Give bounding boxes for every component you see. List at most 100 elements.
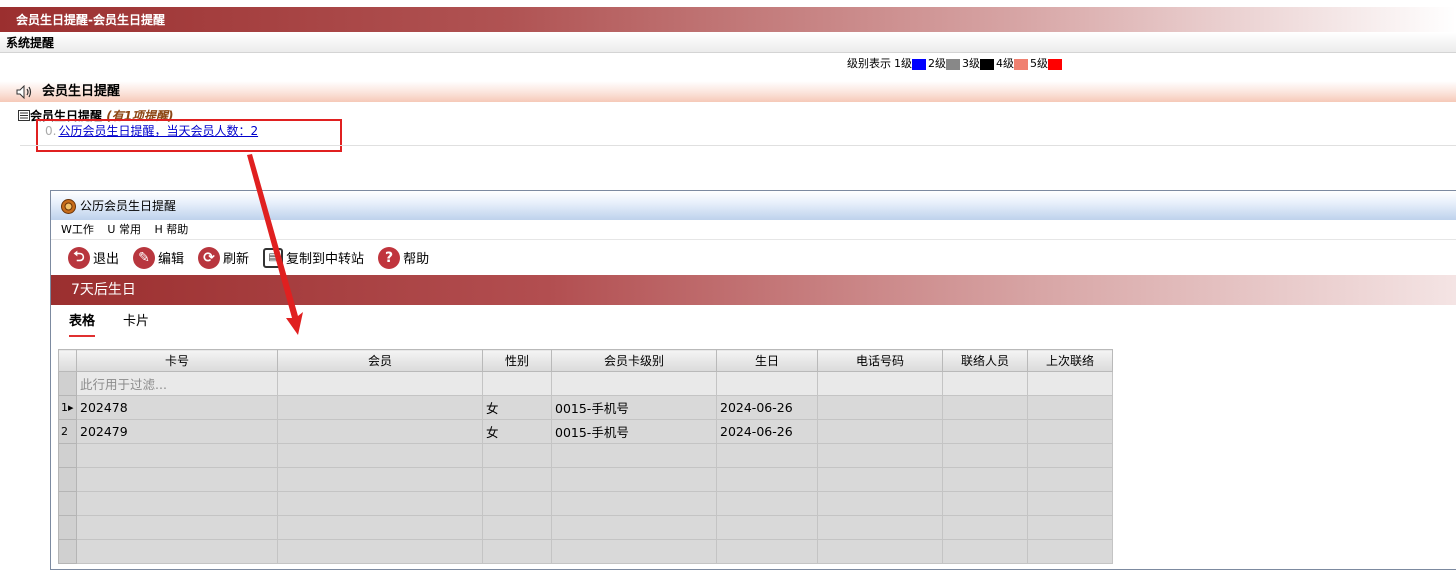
empty-cell bbox=[1027, 515, 1113, 540]
empty-cell bbox=[277, 515, 483, 540]
refresh-button[interactable]: ⟳ 刷新 bbox=[198, 246, 249, 269]
member-table: 卡号 会员 性别 会员卡级别 生日 电话号码 联络人员 上次联络 此行用于过滤.… bbox=[58, 349, 1113, 564]
table-cell[interactable]: 202479 bbox=[76, 419, 278, 444]
view-tabs: 表格 卡片 bbox=[51, 305, 1456, 339]
table-cell[interactable]: 0015-手机号 bbox=[551, 419, 717, 444]
legend-level-5-swatch bbox=[1048, 58, 1062, 70]
empty-cell bbox=[76, 539, 278, 564]
filter-row[interactable]: 此行用于过滤... bbox=[58, 371, 1113, 396]
legend-level-2-label: 2级 bbox=[928, 57, 946, 70]
help-button[interactable]: ? 帮助 bbox=[378, 246, 429, 269]
legend-level-4-swatch bbox=[1014, 58, 1028, 70]
empty-cell bbox=[482, 515, 552, 540]
table-header-row: 卡号 会员 性别 会员卡级别 生日 电话号码 联络人员 上次联络 bbox=[58, 349, 1113, 372]
tab-table[interactable]: 表格 bbox=[69, 313, 96, 337]
row-indicator bbox=[58, 467, 77, 492]
table-cell[interactable]: 女 bbox=[482, 395, 552, 420]
birthday-banner: 7天后生日 bbox=[51, 275, 1456, 305]
legend-label: 级别表示 bbox=[847, 57, 891, 70]
table-cell[interactable] bbox=[277, 395, 483, 420]
empty-cell bbox=[1027, 467, 1113, 492]
menu-common[interactable]: U 常用 bbox=[107, 223, 141, 236]
empty-cell bbox=[277, 491, 483, 516]
window-title-bar: 会员生日提醒-会员生日提醒 bbox=[0, 7, 1456, 32]
empty-cell bbox=[1027, 443, 1113, 468]
empty-cell bbox=[1027, 539, 1113, 564]
empty-cell bbox=[942, 515, 1028, 540]
empty-row bbox=[58, 491, 1113, 516]
empty-cell bbox=[482, 443, 552, 468]
table-row[interactable]: 1▸ 202478 女 0015-手机号 2024-06-26 bbox=[58, 395, 1113, 420]
tree-collapse-icon[interactable] bbox=[18, 110, 30, 121]
empty-cell bbox=[76, 491, 278, 516]
column-header[interactable]: 卡号 bbox=[76, 349, 278, 372]
dialog-toolbar: ⮌ 退出 ✎ 编辑 ⟳ 刷新 ▤ 复制到中转站 ? 帮助 bbox=[51, 240, 1456, 275]
dialog-menubar: W工作 U 常用 H 帮助 bbox=[51, 220, 1456, 240]
legend-level-3-swatch bbox=[980, 58, 994, 70]
copy-to-transfer-button[interactable]: ▤ 复制到中转站 bbox=[263, 247, 365, 268]
empty-cell bbox=[277, 539, 483, 564]
filter-cell[interactable] bbox=[716, 371, 818, 396]
table-cell[interactable] bbox=[942, 419, 1028, 444]
filter-cell[interactable] bbox=[817, 371, 943, 396]
annotation-highlight-box bbox=[36, 119, 342, 152]
column-header[interactable]: 会员 bbox=[277, 349, 483, 372]
edit-button[interactable]: ✎ 编辑 bbox=[133, 246, 184, 269]
legend-level-1-label: 1级 bbox=[894, 57, 912, 70]
row-indicator: 2 bbox=[58, 419, 77, 444]
empty-cell bbox=[942, 491, 1028, 516]
empty-cell bbox=[551, 515, 717, 540]
filter-cell[interactable]: 此行用于过滤... bbox=[76, 371, 278, 396]
exit-button[interactable]: ⮌ 退出 bbox=[68, 246, 120, 269]
table-cell[interactable]: 2024-06-26 bbox=[716, 419, 818, 444]
empty-cell bbox=[76, 515, 278, 540]
filter-cell[interactable] bbox=[1027, 371, 1113, 396]
empty-cell bbox=[482, 491, 552, 516]
column-header[interactable]: 会员卡级别 bbox=[551, 349, 717, 372]
tab-card[interactable]: 卡片 bbox=[123, 313, 149, 331]
row-indicator bbox=[58, 371, 77, 396]
legend-level-2-swatch bbox=[946, 58, 960, 70]
empty-cell bbox=[482, 467, 552, 492]
table-cell[interactable] bbox=[817, 395, 943, 420]
empty-cell bbox=[716, 443, 818, 468]
empty-cell bbox=[551, 491, 717, 516]
table-row[interactable]: 2 202479 女 0015-手机号 2024-06-26 bbox=[58, 419, 1113, 444]
legend-level-3-label: 3级 bbox=[962, 57, 980, 70]
table-cell[interactable] bbox=[817, 419, 943, 444]
table-cell[interactable]: 202478 bbox=[76, 395, 278, 420]
row-indicator bbox=[58, 539, 77, 564]
table-cell[interactable]: 2024-06-26 bbox=[716, 395, 818, 420]
table-cell[interactable] bbox=[942, 395, 1028, 420]
menu-work[interactable]: W工作 bbox=[61, 223, 94, 236]
filter-cell[interactable] bbox=[551, 371, 717, 396]
empty-cell bbox=[76, 467, 278, 492]
table-cell[interactable]: 0015-手机号 bbox=[551, 395, 717, 420]
column-header[interactable]: 上次联络 bbox=[1027, 349, 1113, 372]
window-title: 会员生日提醒-会员生日提醒 bbox=[16, 13, 165, 27]
refresh-icon: ⟳ bbox=[198, 246, 221, 269]
dialog-title: 公历会员生日提醒 bbox=[80, 199, 177, 213]
empty-cell bbox=[716, 539, 818, 564]
filter-cell[interactable] bbox=[482, 371, 552, 396]
table-cell[interactable] bbox=[277, 419, 483, 444]
menu-help[interactable]: H 帮助 bbox=[154, 223, 188, 236]
table-cell[interactable] bbox=[1027, 395, 1113, 420]
filter-cell[interactable] bbox=[942, 371, 1028, 396]
column-header[interactable]: 生日 bbox=[716, 349, 818, 372]
filter-cell[interactable] bbox=[277, 371, 483, 396]
column-header[interactable]: 联络人员 bbox=[942, 349, 1028, 372]
row-indicator bbox=[58, 515, 77, 540]
row-indicator bbox=[58, 443, 77, 468]
column-header[interactable]: 性别 bbox=[482, 349, 552, 372]
exit-button-label: 退出 bbox=[93, 252, 120, 267]
empty-cell bbox=[716, 515, 818, 540]
table-cell[interactable] bbox=[1027, 419, 1113, 444]
empty-cell bbox=[942, 467, 1028, 492]
copy-to-transfer-label: 复制到中转站 bbox=[286, 252, 365, 267]
exit-icon: ⮌ bbox=[68, 246, 90, 269]
column-header[interactable]: 电话号码 bbox=[817, 349, 943, 372]
empty-cell bbox=[277, 467, 483, 492]
row-indicator: 1▸ bbox=[58, 395, 77, 420]
table-cell[interactable]: 女 bbox=[482, 419, 552, 444]
